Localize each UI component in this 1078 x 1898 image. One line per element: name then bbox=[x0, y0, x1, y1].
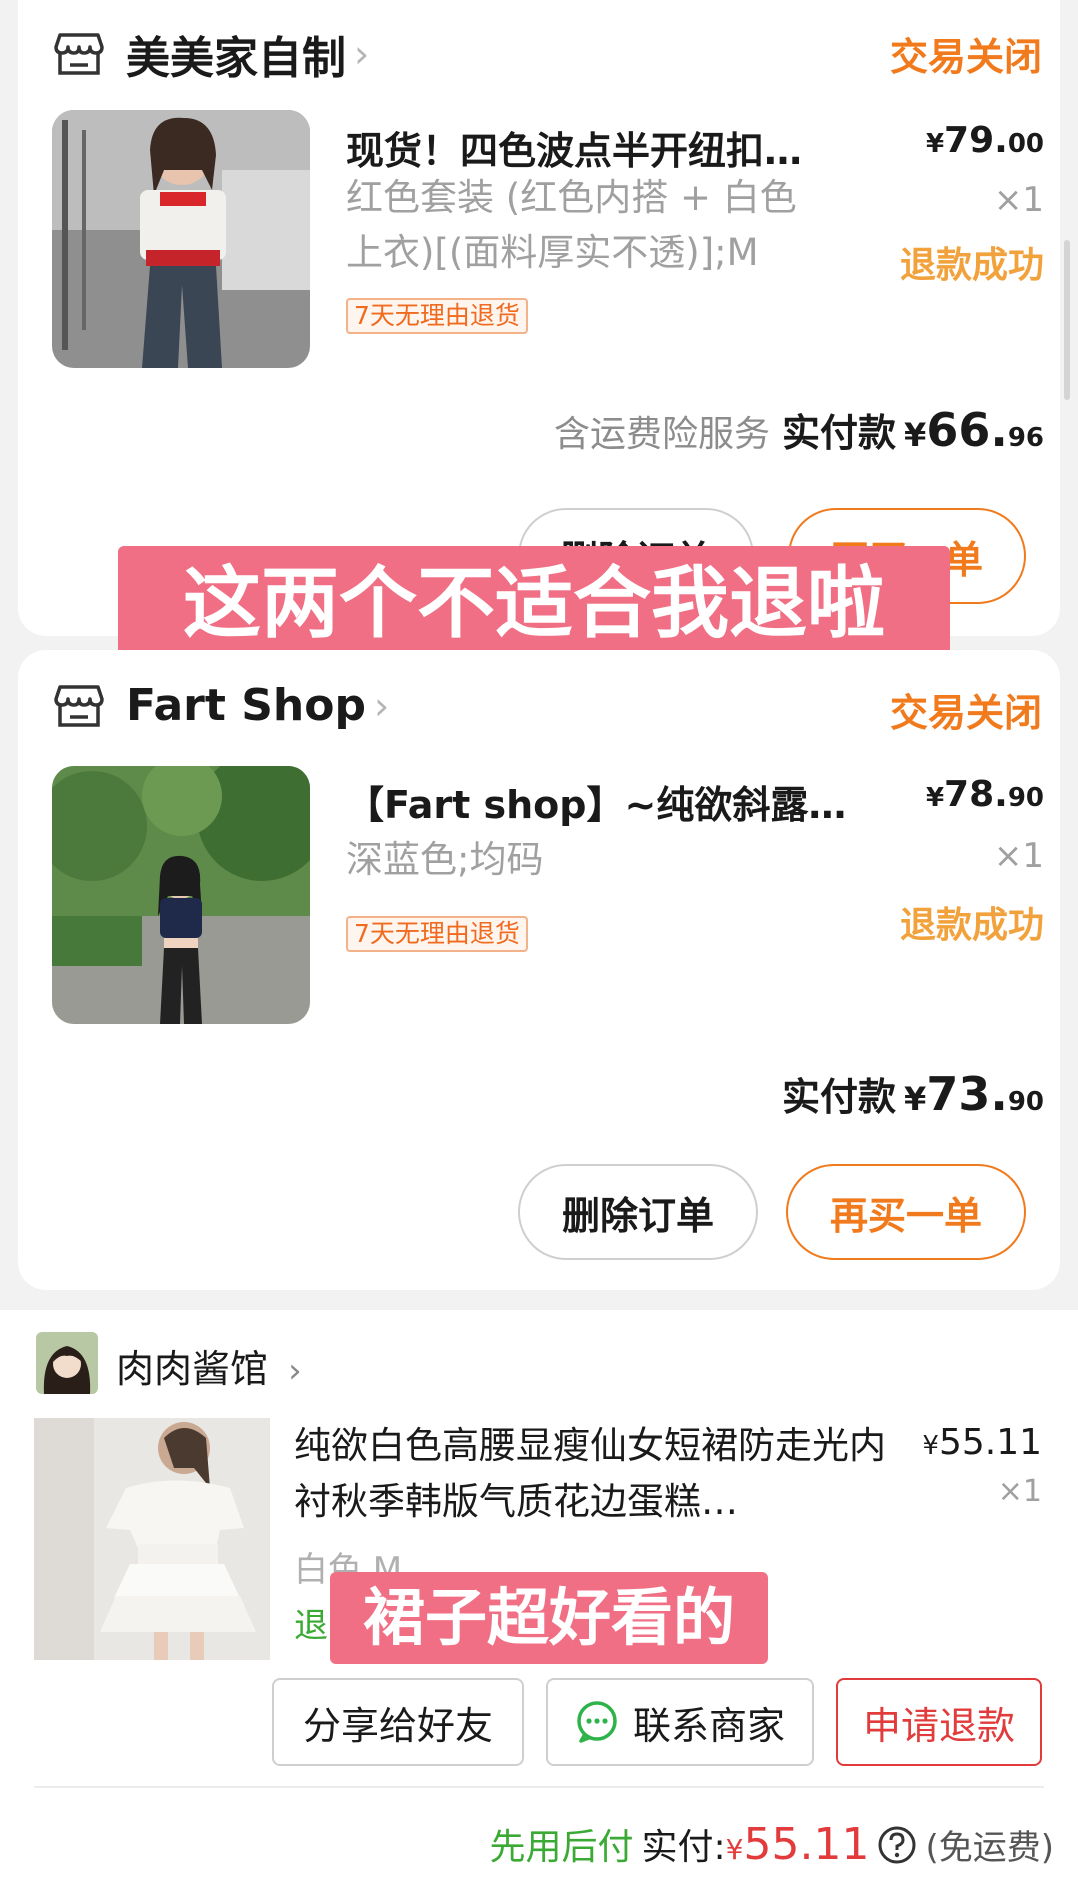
store-icon bbox=[54, 33, 104, 75]
total-label: 实付款 bbox=[782, 1075, 897, 1119]
product-thumbnail[interactable] bbox=[34, 1418, 270, 1660]
price-integer: 78. bbox=[944, 774, 1008, 815]
currency-symbol: ¥ bbox=[925, 129, 945, 159]
shop-header[interactable]: 美美家自制 › bbox=[54, 22, 369, 86]
contact-seller-label: 联系商家 bbox=[632, 1703, 785, 1748]
order-card-2: Fart Shop › 交易关闭 【Fart shop】~纯欲斜露… 深蓝色;均… bbox=[18, 650, 1060, 1290]
shop-avatar[interactable] bbox=[36, 1332, 98, 1394]
sku-line: 红色套装 (红色内搭 + 白色 bbox=[346, 176, 797, 219]
quantity: ×1 bbox=[997, 1474, 1042, 1509]
total-decimal: 96 bbox=[1007, 423, 1044, 453]
unit-price: ¥78.90 bbox=[926, 774, 1044, 815]
chevron-right-icon: › bbox=[288, 1351, 302, 1391]
currency-symbol: ¥ bbox=[904, 416, 927, 454]
return-policy-tag: 7天无理由退货 bbox=[346, 298, 528, 334]
payment-summary: 先用后付 实付: ¥55.11 (免运费) bbox=[490, 1818, 1054, 1870]
refund-status: 退 bbox=[294, 1606, 328, 1646]
total-integer: 73. bbox=[926, 1067, 1008, 1121]
refund-status[interactable]: 退款成功 bbox=[900, 896, 1044, 948]
unit-price: ¥55.11 bbox=[922, 1422, 1042, 1463]
price-decimal: 00 bbox=[1007, 129, 1044, 159]
shipping-insurance-text: 含运费险服务 bbox=[554, 414, 771, 455]
total-amount: ¥66.96 bbox=[904, 403, 1044, 457]
total-row: 实付款 ¥73.90 bbox=[782, 1066, 1044, 1121]
scrollbar[interactable] bbox=[1064, 240, 1070, 400]
contact-seller-button[interactable]: 联系商家 bbox=[546, 1678, 814, 1766]
shop-header[interactable]: Fart Shop › bbox=[54, 680, 389, 731]
price-decimal: 90 bbox=[1007, 783, 1044, 813]
paid-value: 55.11 bbox=[743, 1819, 870, 1870]
overlay-caption-bottom: 裙子超好看的 bbox=[330, 1572, 768, 1664]
paid-amount: ¥55.11 bbox=[726, 1819, 870, 1870]
sku-line: 上衣)[(面料厚实不透)];M bbox=[346, 231, 759, 274]
total-amount: ¥73.90 bbox=[904, 1067, 1044, 1121]
share-to-friend-button[interactable]: 分享给好友 bbox=[272, 1678, 524, 1766]
total-row: 含运费险服务 实付款 ¥66.96 bbox=[554, 402, 1044, 457]
product-photo bbox=[34, 1418, 270, 1660]
currency-symbol: ¥ bbox=[725, 1833, 744, 1866]
price-integer: 79. bbox=[944, 120, 1008, 161]
shop-name: 美美家自制 bbox=[126, 33, 346, 84]
chat-bubble-icon bbox=[577, 1701, 617, 1743]
total-integer: 66. bbox=[926, 403, 1008, 457]
price-value: 55.11 bbox=[938, 1422, 1042, 1463]
pay-later-badge: 先用后付 bbox=[489, 1827, 634, 1868]
order-status: 交易关闭 bbox=[889, 691, 1042, 735]
free-shipping-note: (免运费) bbox=[925, 1828, 1054, 1868]
product-title[interactable]: 【Fart shop】~纯欲斜露… bbox=[346, 774, 846, 829]
help-circle-icon[interactable] bbox=[877, 1825, 917, 1865]
currency-symbol: ¥ bbox=[925, 783, 945, 813]
product-thumbnail[interactable] bbox=[52, 110, 310, 368]
overlay-caption-top: 这两个不适合我退啦 bbox=[118, 546, 950, 662]
refund-status[interactable]: 退款成功 bbox=[900, 236, 1044, 288]
paid-label: 实付: bbox=[641, 1827, 726, 1868]
order-card-1: 美美家自制 › 交易关闭 现货！四色波点半开纽扣… 红色套装 (红色内搭 + 白… bbox=[18, 0, 1060, 636]
store-icon bbox=[54, 684, 104, 727]
delete-order-button[interactable]: 删除订单 bbox=[518, 1164, 758, 1260]
product-photo bbox=[52, 110, 310, 368]
shop-header[interactable]: 肉肉酱馆 › bbox=[116, 1338, 302, 1393]
total-decimal: 90 bbox=[1007, 1087, 1044, 1117]
rebuy-button[interactable]: 再买一单 bbox=[786, 1164, 1026, 1260]
product-title[interactable]: 纯欲白色高腰显瘦仙女短裙防走光内衬秋季韩版气质花边蛋糕… bbox=[294, 1418, 894, 1530]
product-sku: 红色套装 (红色内搭 + 白色 上衣)[(面料厚实不透)];M bbox=[346, 170, 846, 280]
product-photo bbox=[52, 766, 310, 1024]
divider bbox=[34, 1786, 1044, 1788]
total-label: 实付款 bbox=[782, 411, 897, 455]
request-refund-button[interactable]: 申请退款 bbox=[836, 1678, 1042, 1766]
product-title[interactable]: 现货！四色波点半开纽扣… bbox=[346, 120, 802, 175]
return-policy-tag: 7天无理由退货 bbox=[346, 916, 528, 952]
quantity: ×1 bbox=[993, 836, 1044, 876]
chevron-right-icon: › bbox=[373, 683, 390, 728]
chevron-right-icon: › bbox=[354, 32, 370, 76]
unit-price: ¥79.00 bbox=[926, 120, 1044, 161]
product-thumbnail[interactable] bbox=[52, 766, 310, 1024]
shop-name: 肉肉酱馆 bbox=[116, 1347, 269, 1391]
product-sku: 深蓝色;均码 bbox=[346, 838, 544, 881]
currency-symbol: ¥ bbox=[922, 1431, 939, 1461]
order-status: 交易关闭 bbox=[889, 35, 1042, 79]
quantity: ×1 bbox=[993, 180, 1044, 220]
currency-symbol: ¥ bbox=[904, 1080, 927, 1118]
shop-name: Fart Shop bbox=[126, 680, 366, 731]
